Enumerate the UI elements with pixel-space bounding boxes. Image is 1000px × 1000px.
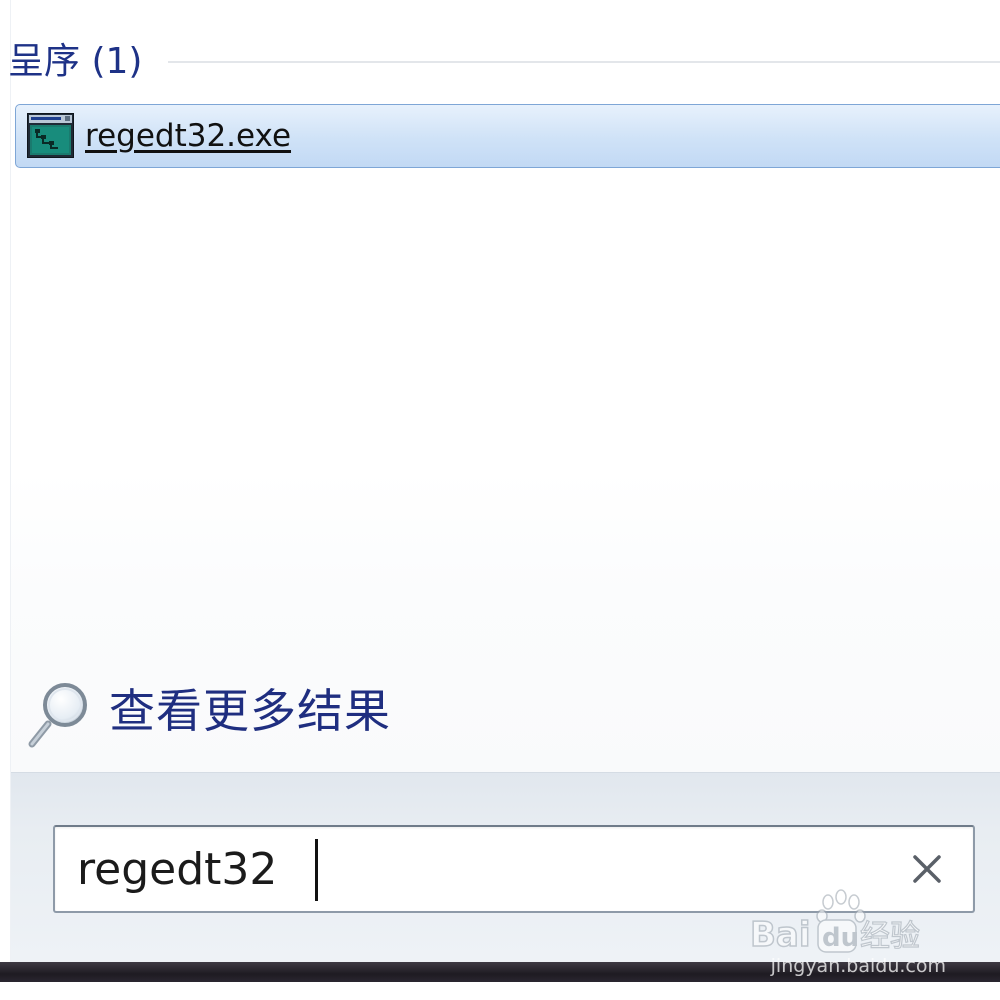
close-icon — [913, 855, 941, 883]
results-group-title: 呈序 (1) — [8, 41, 143, 82]
text-caret — [315, 839, 318, 901]
result-item-regedt32[interactable]: regedt32.exe — [15, 104, 1000, 168]
group-divider — [168, 61, 1000, 63]
see-more-results-link[interactable]: 查看更多结果 — [26, 674, 626, 754]
magnifier-icon — [28, 683, 87, 748]
search-panel — [11, 772, 1000, 963]
clear-search-button[interactable] — [899, 841, 955, 897]
see-more-results-label[interactable]: 查看更多结果 — [109, 678, 391, 744]
registry-editor-icon — [27, 113, 74, 158]
results-group-header: 呈序 (1) — [0, 30, 1000, 94]
watermark-url: jingyan.baidu.com — [770, 955, 946, 977]
search-box[interactable] — [53, 825, 975, 913]
search-input[interactable] — [55, 827, 885, 911]
result-item-label[interactable]: regedt32.exe — [85, 111, 291, 161]
start-menu-search-panel: 呈序 (1) regedt32.exe 查看更多结果 regedt32 Bai … — [0, 0, 1000, 1000]
taskbar-bottom-edge — [0, 982, 1000, 1000]
